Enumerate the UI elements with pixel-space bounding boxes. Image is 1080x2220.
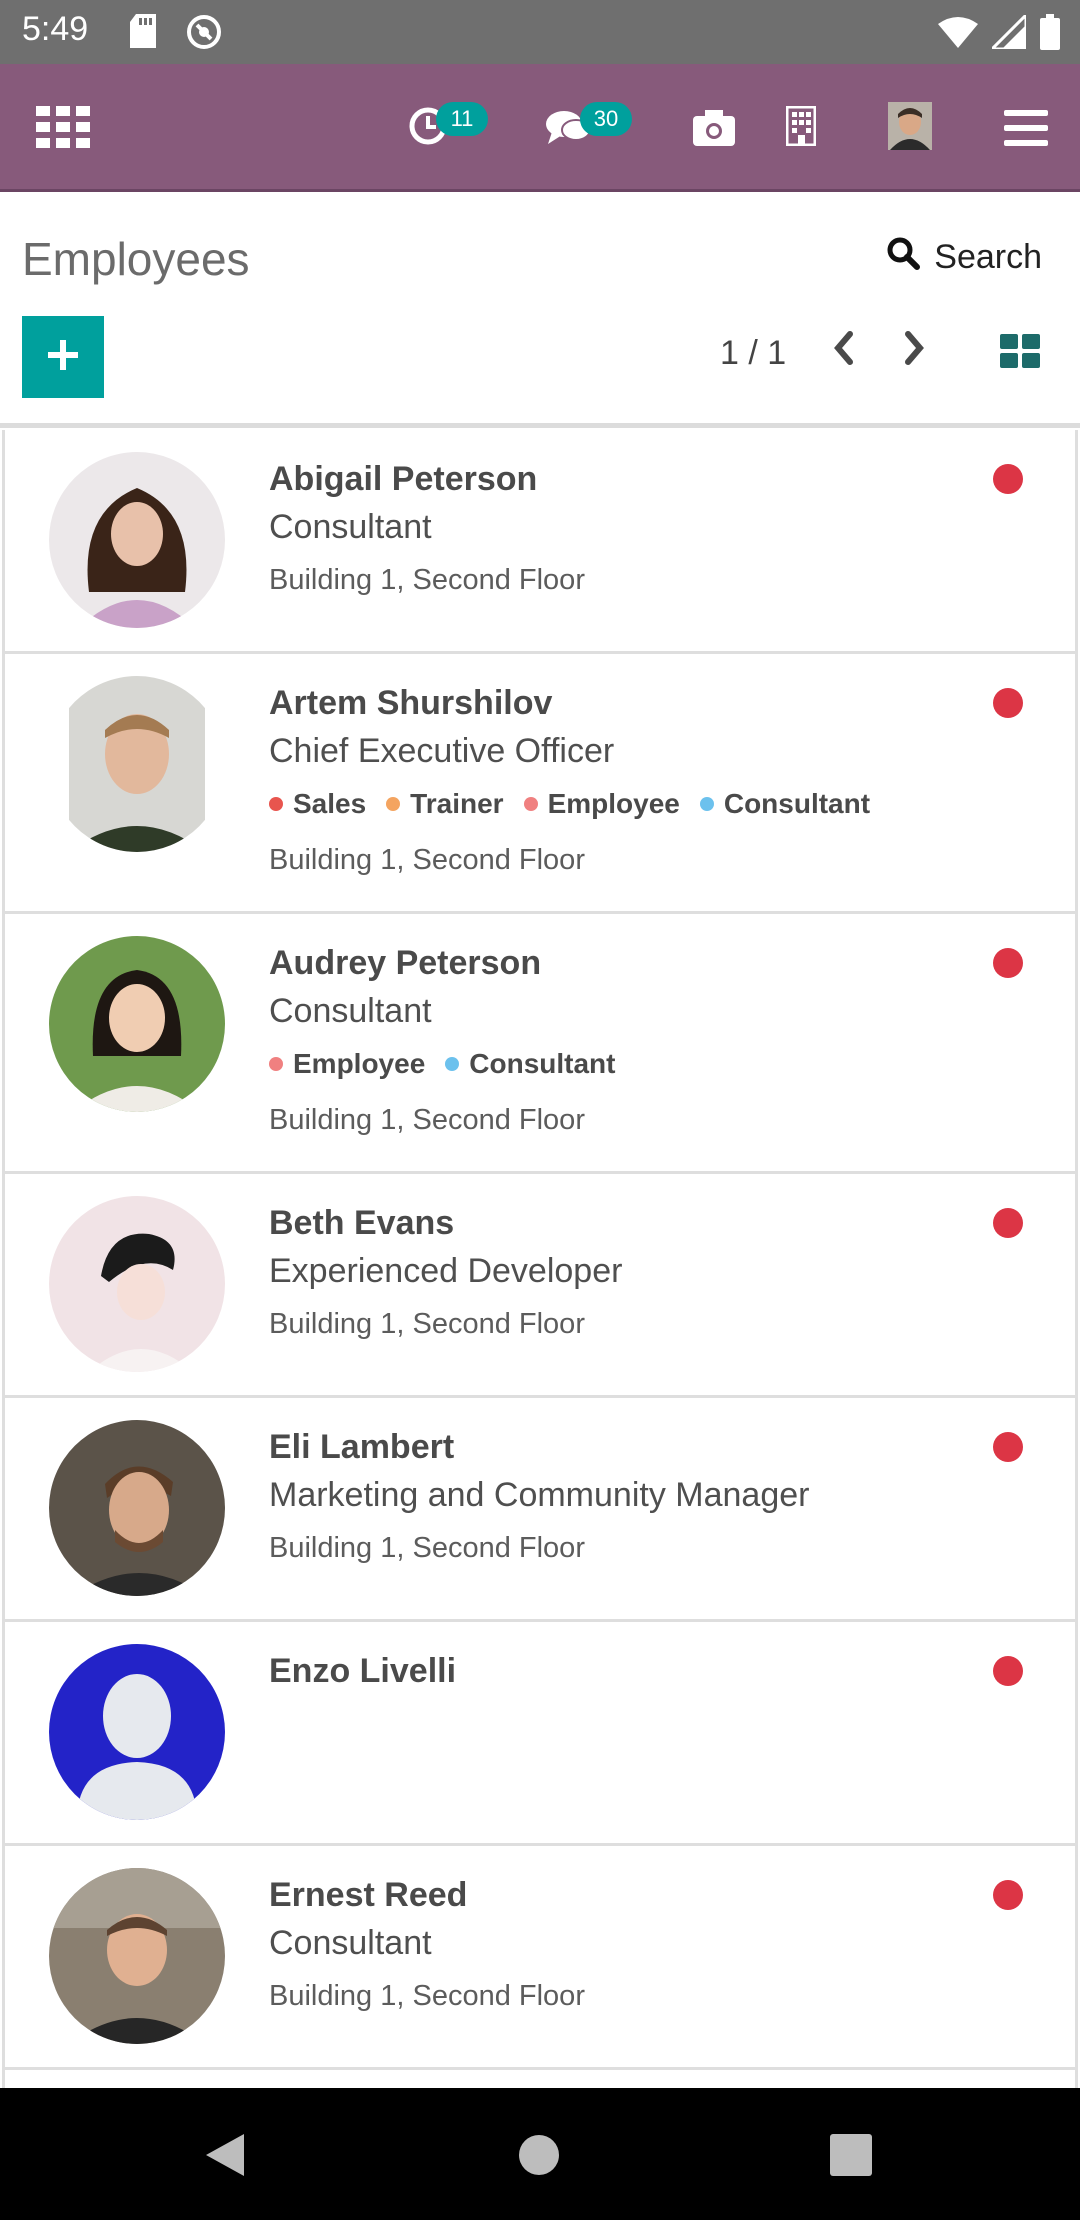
- presence-status-icon: [993, 1208, 1023, 1238]
- create-button[interactable]: [22, 316, 104, 398]
- pager-previous-button[interactable]: [828, 328, 860, 373]
- employee-card[interactable]: Abigail Peterson Consultant Building 1, …: [2, 430, 1078, 654]
- presence-status-icon: [993, 948, 1023, 978]
- pager-value[interactable]: 1 / 1: [720, 334, 786, 373]
- employee-card[interactable]: Eli Lambert Marketing and Community Mana…: [2, 1398, 1078, 1622]
- back-icon[interactable]: [204, 2132, 246, 2183]
- employee-location: Building 1, Second Floor: [269, 1532, 585, 1564]
- employee-photo: [49, 936, 225, 1112]
- employee-location: Building 1, Second Floor: [269, 564, 585, 596]
- employee-job-title: Consultant: [269, 508, 432, 546]
- employee-name: Artem Shurshilov: [269, 684, 553, 722]
- employee-name: Enzo Livelli: [269, 1652, 457, 1690]
- wifi-icon: [938, 16, 978, 53]
- signal-icon: [988, 11, 1028, 54]
- employee-name: Ernest Reed: [269, 1876, 468, 1914]
- presence-status-icon: [993, 1432, 1023, 1462]
- search-icon: [886, 236, 921, 279]
- employee-location: Building 1, Second Floor: [269, 1980, 585, 2012]
- plus-icon: [48, 339, 78, 375]
- tag-consultant: Consultant: [445, 1036, 616, 1092]
- employee-card-partial[interactable]: [2, 2070, 1078, 2090]
- presence-status-icon: [993, 1880, 1023, 1910]
- employee-kanban-list: Abigail Peterson Consultant Building 1, …: [2, 430, 1078, 2090]
- employee-photo: [49, 1420, 225, 1596]
- presence-status-icon: [993, 464, 1023, 494]
- employee-tags: Sales Trainer Employee Consultant: [269, 776, 1015, 832]
- employee-name: Eli Lambert: [269, 1428, 455, 1466]
- employee-tags: Employee Consultant: [269, 1036, 1015, 1092]
- top-navbar: 11 30: [0, 64, 1080, 192]
- search-label: Search: [934, 238, 1042, 276]
- employee-photo: [49, 676, 225, 852]
- employee-location: Building 1, Second Floor: [269, 1308, 585, 1340]
- home-icon[interactable]: [518, 2134, 560, 2181]
- tag-employee: Employee: [269, 1036, 425, 1092]
- employee-card[interactable]: Audrey Peterson Consultant Employee Cons…: [2, 914, 1078, 1174]
- employee-job-title: Consultant: [269, 992, 432, 1030]
- recents-icon[interactable]: [830, 2134, 872, 2181]
- activity-count-badge: 11: [436, 102, 488, 136]
- hamburger-menu-icon[interactable]: [1004, 110, 1048, 151]
- employee-job-title: Chief Executive Officer: [269, 732, 615, 770]
- company-building-icon[interactable]: [785, 105, 817, 151]
- employee-job-title: Marketing and Community Manager: [269, 1476, 810, 1514]
- system-navigation-bar: [0, 2088, 1080, 2220]
- presence-status-icon: [993, 688, 1023, 718]
- employee-photo: [49, 1196, 225, 1372]
- employee-name: Audrey Peterson: [269, 944, 542, 982]
- employee-card[interactable]: Beth Evans Experienced Developer Buildin…: [2, 1174, 1078, 1398]
- kanban-view-icon[interactable]: [1000, 334, 1040, 373]
- tag-trainer: Trainer: [386, 776, 504, 832]
- employee-photo: [49, 1868, 225, 2044]
- employee-card[interactable]: Artem Shurshilov Chief Executive Officer…: [2, 654, 1078, 914]
- tag-employee: Employee: [523, 776, 680, 832]
- tag-consultant: Consultant: [699, 776, 870, 832]
- page-title: Employees: [22, 233, 250, 285]
- employee-card[interactable]: Ernest Reed Consultant Building 1, Secon…: [2, 1846, 1078, 2070]
- messages-count-badge: 30: [580, 102, 632, 136]
- status-bar: 5:49: [0, 0, 1080, 64]
- employee-job-title: Experienced Developer: [269, 1252, 623, 1290]
- status-time: 5:49: [22, 10, 89, 48]
- tag-sales: Sales: [269, 776, 366, 832]
- control-panel: Employees Search 1 / 1: [0, 192, 1080, 428]
- employee-location: Building 1, Second Floor: [269, 1104, 585, 1136]
- employee-photo: [49, 1644, 225, 1820]
- employee-name: Beth Evans: [269, 1204, 455, 1242]
- search-button[interactable]: Search: [886, 236, 1042, 279]
- presence-status-icon: [993, 1656, 1023, 1686]
- sd-card-icon: [130, 14, 158, 55]
- no-disturb-icon: [186, 14, 222, 55]
- employee-card[interactable]: Enzo Livelli: [2, 1622, 1078, 1846]
- camera-icon[interactable]: [693, 110, 735, 151]
- user-avatar[interactable]: [888, 102, 932, 155]
- apps-grid-icon[interactable]: [36, 106, 90, 153]
- employee-location: Building 1, Second Floor: [269, 844, 585, 876]
- pager-next-button[interactable]: [898, 328, 930, 373]
- employee-job-title: Consultant: [269, 1924, 432, 1962]
- employee-name: Abigail Peterson: [269, 460, 538, 498]
- battery-icon: [1040, 14, 1060, 55]
- employee-photo: [49, 452, 225, 628]
